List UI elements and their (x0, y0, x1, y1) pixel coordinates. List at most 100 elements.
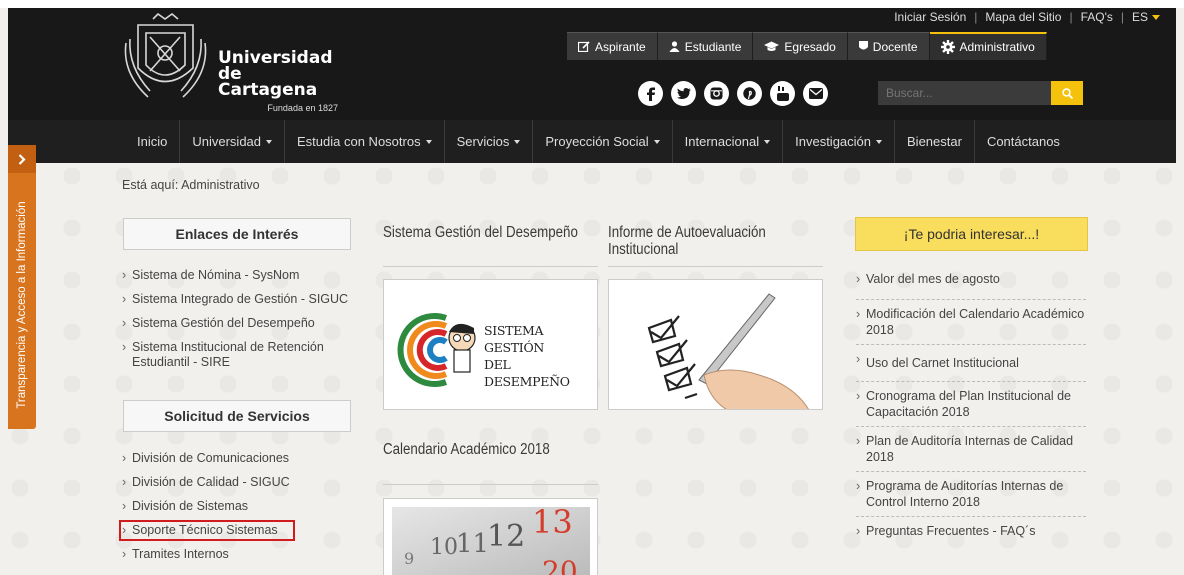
chevron-down-icon (1152, 14, 1160, 20)
faq-link[interactable]: FAQ's (1081, 10, 1113, 24)
profile-tabs: Aspirante Estudiante Egresado Docente Ad… (567, 32, 1047, 60)
separator: | (1120, 10, 1124, 24)
login-link[interactable]: Iniciar Sesión (894, 10, 966, 24)
link-sistemas[interactable]: División de Sistemas (122, 499, 292, 514)
language-selector[interactable]: ES (1132, 10, 1160, 24)
link-calidad[interactable]: División de Calidad - SIGUC (122, 475, 292, 490)
nav-label: Universidad (192, 134, 262, 149)
search-button[interactable] (1051, 81, 1083, 105)
nav-item-investigacion[interactable]: Investigación (782, 120, 894, 163)
caret-down-icon (764, 139, 771, 144)
interest-item-carnet[interactable]: Uso del Carnet Institucional (856, 345, 1086, 382)
nav-item-estudia[interactable]: Estudia con Nosotros (284, 120, 444, 163)
gear-icon (940, 40, 955, 54)
cal-number: 12 (487, 519, 526, 554)
interest-item-agosto[interactable]: Valor del mes de agosto (856, 265, 1086, 300)
nav-item-bienestar[interactable]: Bienestar (894, 120, 974, 163)
caret-down-icon (876, 139, 883, 144)
sitemap-link[interactable]: Mapa del Sitio (985, 10, 1061, 24)
site-header: Universidad de Cartagena Fundada en 1827… (8, 8, 1176, 120)
servicios-heading: Solicitud de Servicios (123, 400, 351, 432)
pinterest-icon[interactable] (737, 81, 762, 106)
sgd-title[interactable]: Sistema Gestión del Desempeño (383, 224, 578, 241)
language-label: ES (1131, 10, 1148, 24)
chevron-right-icon[interactable] (8, 145, 36, 173)
nav-label: Internacional (684, 134, 760, 149)
link-soporte-tecnico[interactable]: Soporte Técnico Sistemas (119, 520, 295, 541)
link-comunicaciones[interactable]: División de Comunicaciones (122, 451, 292, 466)
breadcrumb: Está aquí: Administrativo (122, 178, 260, 192)
link-tramites[interactable]: Tramites Internos (122, 547, 292, 562)
profile-administrativo[interactable]: Administrativo (929, 32, 1047, 60)
search-icon (1061, 87, 1073, 99)
profile-label: Aspirante (595, 39, 646, 54)
mail-icon[interactable] (803, 81, 828, 106)
checklist-image (647, 293, 809, 409)
sgd-banner[interactable]: SISTEMA GESTIÓN DEL DESEMPEÑO (383, 279, 598, 410)
link-desempeno[interactable]: Sistema Gestión del Desempeño (122, 316, 348, 331)
divider (608, 266, 823, 267)
main-nav-list: Inicio Universidad Estudia con Nosotros … (125, 120, 1072, 163)
brand-name: Universidad de Cartagena Fundada en 1827 (218, 50, 338, 116)
search-input[interactable] (878, 81, 1051, 105)
servicios-list: División de Comunicaciones División de C… (119, 451, 295, 571)
calendario-banner[interactable]: 12 13 10 11 9 20 (383, 498, 598, 575)
search-box (878, 81, 1083, 105)
caret-down-icon (425, 139, 432, 144)
interest-heading: ¡Te podria interesar...! (855, 217, 1088, 251)
caret-down-icon (514, 139, 521, 144)
nav-item-inicio[interactable]: Inicio (125, 120, 179, 163)
interest-item-control-interno[interactable]: Programa de Auditorías Internas de Contr… (856, 472, 1086, 517)
edit-icon (578, 41, 590, 52)
social-links (638, 81, 828, 106)
nav-item-universidad[interactable]: Universidad (179, 120, 284, 163)
transparency-side-tab[interactable]: Transparencia y Acceso a la Información (8, 145, 36, 429)
nav-label: Investigación (795, 134, 872, 149)
nav-item-internacional[interactable]: Internacional (671, 120, 782, 163)
nav-item-contactanos[interactable]: Contáctanos (973, 120, 1072, 163)
nav-item-proyeccion-social[interactable]: Proyección Social (532, 120, 671, 163)
informe-title[interactable]: Informe de Autoevaluación Institucional (608, 224, 806, 258)
profile-label: Docente (872, 39, 918, 54)
sgd-logo-text: SISTEMA GESTIÓN DEL DESEMPEÑO (484, 322, 597, 390)
interest-list: Valor del mes de agosto Modificación del… (856, 265, 1086, 545)
profile-label: Administrativo (959, 40, 1035, 54)
interest-item-auditoria-calidad[interactable]: Plan de Auditoría Internas de Calidad 20… (856, 427, 1086, 472)
nav-label: Bienestar (907, 134, 962, 149)
separator: | (974, 10, 978, 24)
interest-item-calendario[interactable]: Modificación del Calendario Académico 20… (856, 300, 1086, 345)
youtube-icon[interactable] (770, 81, 795, 106)
link-sysnom[interactable]: Sistema de Nómina - SysNom (122, 268, 348, 283)
informe-banner[interactable] (608, 279, 823, 410)
divider (383, 484, 598, 485)
sgd-logo-line1: SISTEMA GESTIÓN (484, 323, 545, 355)
university-logo[interactable]: Universidad de Cartagena Fundada en 1827 (118, 13, 338, 113)
sgd-logo-line2: DEL DESEMPEÑO (484, 357, 570, 389)
nav-item-servicios[interactable]: Servicios (443, 120, 533, 163)
instagram-icon[interactable] (704, 81, 729, 106)
nav-label: Inicio (137, 134, 168, 149)
profile-egresado[interactable]: Egresado (753, 32, 848, 60)
twitter-icon[interactable] (671, 81, 696, 106)
divider (383, 266, 598, 267)
side-tab-label: Transparencia y Acceso a la Información (16, 201, 28, 409)
cal-number: 10 (430, 535, 458, 560)
nav-label: Estudia con Nosotros (297, 134, 421, 149)
graduation-cap-icon (764, 41, 780, 51)
link-siguc[interactable]: Sistema Integrado de Gestión - SIGUC (122, 292, 348, 307)
main-nav: Inicio Universidad Estudia con Nosotros … (8, 120, 1176, 163)
interest-item-faq[interactable]: Preguntas Frecuentes - FAQ´s (856, 517, 1086, 545)
cal-number: 11 (456, 529, 490, 559)
profile-label: Egresado (784, 39, 836, 54)
profile-aspirante[interactable]: Aspirante (567, 32, 658, 60)
interest-item-capacitacion[interactable]: Cronograma del Plan Institucional de Cap… (856, 382, 1086, 427)
profile-estudiante[interactable]: Estudiante (657, 32, 754, 60)
separator: | (1069, 10, 1073, 24)
calendario-title[interactable]: Calendario Académico 2018 (383, 441, 550, 458)
link-sire[interactable]: Sistema Institucional de Retención Estud… (122, 340, 347, 370)
calendar-photo: 12 13 10 11 9 20 (392, 503, 590, 575)
enlaces-heading: Enlaces de Interés (123, 218, 351, 250)
nav-label: Servicios (456, 134, 510, 149)
profile-docente[interactable]: Docente (847, 32, 930, 60)
facebook-icon[interactable] (638, 81, 663, 106)
